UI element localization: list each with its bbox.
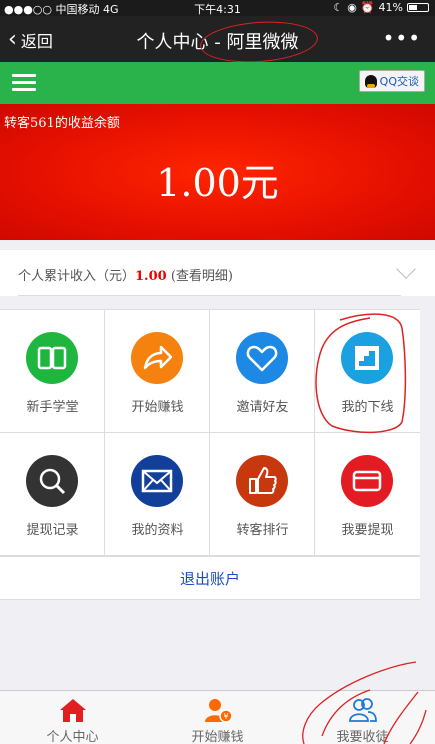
qq-chat-label: QQ交谈 (379, 75, 419, 88)
logout-button[interactable]: 退出账户 (0, 556, 420, 600)
share-arrow-icon (131, 332, 183, 384)
book-icon (26, 332, 78, 384)
grid-item-my-profile[interactable]: 我的资料 (105, 433, 210, 555)
grid-item-label: 转客排行 (236, 523, 289, 538)
income-prefix: 个人累计收入（元） (18, 269, 136, 284)
function-grid: 新手学堂 开始赚钱 邀请好友 我的下线 提现记录 我的资料 转客排行 我要提现 (0, 309, 420, 556)
stairs-icon (341, 332, 393, 384)
thumbs-up-icon (236, 455, 288, 507)
tab-recruit-apprentice[interactable]: 我要收徒 (290, 691, 435, 744)
menu-bar: QQ交谈 (0, 62, 435, 104)
grid-item-start-earning[interactable]: 开始赚钱 (105, 310, 210, 432)
grid-item-my-downline[interactable]: 我的下线 (315, 310, 420, 432)
alarm-icon: ⏰ (360, 1, 375, 14)
hamburger-menu-icon[interactable] (12, 74, 36, 92)
tab-label: 我要收徒 (336, 730, 389, 744)
moon-icon: ☾ (333, 1, 344, 14)
grid-item-label: 我的资料 (131, 523, 184, 538)
tab-bar: 个人中心 ¥ 开始赚钱 我要收徒 (0, 690, 435, 744)
income-value: 1.00 (135, 269, 167, 284)
grid-item-withdraw-records[interactable]: 提现记录 (0, 433, 105, 555)
status-right: ☾ ◉ ⏰ 41% (333, 1, 429, 14)
qq-chat-button[interactable]: QQ交谈 (358, 70, 425, 92)
grid-item-ranking[interactable]: 转客排行 (210, 433, 315, 555)
status-bar: ●●●○○ 中国移动 4G 下午4:31 ☾ ◉ ⏰ 41% (0, 0, 435, 16)
mail-icon (131, 455, 183, 507)
battery-percent: 41% (378, 1, 403, 14)
balance-amount: 1.00元 (156, 161, 279, 205)
chevron-down-icon (396, 259, 416, 279)
tab-label: 开始赚钱 (191, 730, 244, 744)
user-coin-icon: ¥ (204, 699, 233, 723)
grid-row: 新手学堂 开始赚钱 邀请好友 我的下线 (0, 310, 420, 433)
tab-start-earning[interactable]: ¥ 开始赚钱 (145, 691, 290, 744)
battery-icon (407, 3, 429, 12)
grid-item-withdraw[interactable]: 我要提现 (315, 433, 420, 555)
home-icon (59, 699, 86, 722)
card-icon (341, 455, 393, 507)
grid-item-label: 开始赚钱 (131, 400, 184, 415)
grid-item-label: 提现记录 (26, 523, 79, 538)
grid-row: 提现记录 我的资料 转客排行 我要提现 (0, 433, 420, 556)
heart-icon (236, 332, 288, 384)
qq-penguin-icon (364, 74, 377, 88)
balance-label: 转客561的收益余额 (4, 116, 120, 131)
balance-panel: 转客561的收益余额 1.00元 (0, 104, 435, 240)
magnifier-icon (26, 455, 78, 507)
income-details-link[interactable]: (查看明细) (167, 269, 233, 284)
grid-item-label: 新手学堂 (26, 400, 79, 415)
tab-label: 个人中心 (46, 730, 99, 744)
grid-item-invite-friends[interactable]: 邀请好友 (210, 310, 315, 432)
grid-item-label: 我要提现 (341, 523, 394, 538)
grid-item-newbie-school[interactable]: 新手学堂 (0, 310, 105, 432)
tab-personal-center[interactable]: 个人中心 (0, 691, 145, 744)
users-icon (348, 698, 377, 722)
more-button[interactable]: ••• (383, 26, 421, 50)
grid-item-label: 邀请好友 (236, 400, 289, 415)
svg-text:¥: ¥ (223, 712, 228, 721)
income-text: 个人累计收入（元）1.00 (查看明细) (18, 265, 233, 284)
grid-item-label: 我的下线 (341, 400, 394, 415)
income-row[interactable]: 个人累计收入（元）1.00 (查看明细) (0, 250, 435, 296)
lock-rotation-icon: ◉ (347, 1, 357, 14)
